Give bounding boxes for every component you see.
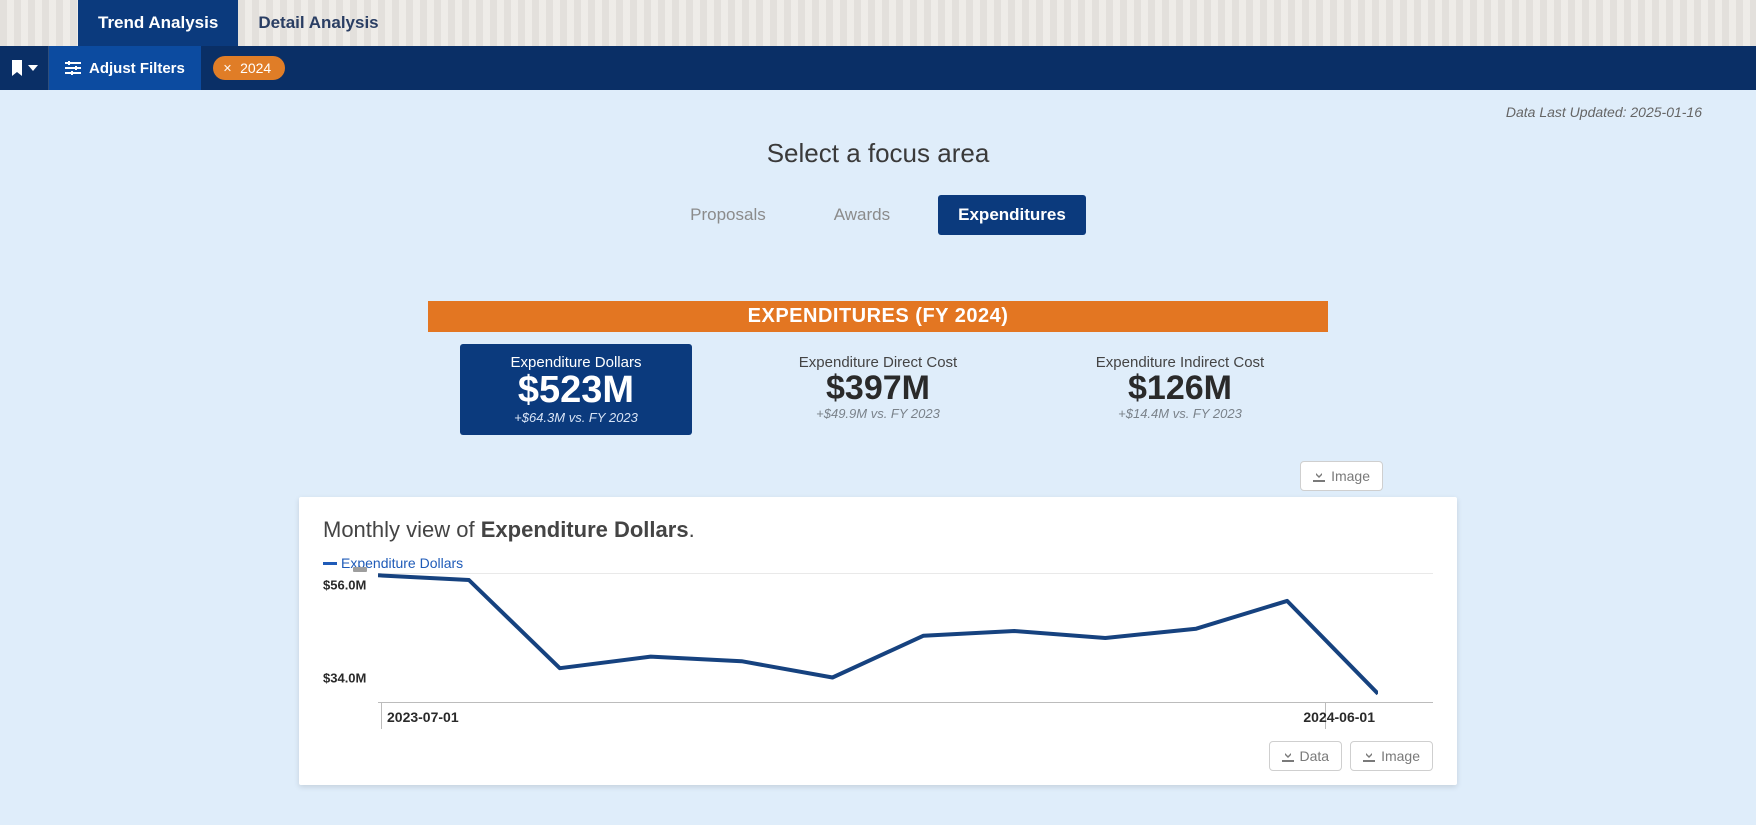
chart-title: Monthly view of Expenditure Dollars. bbox=[323, 517, 1433, 543]
x-tick-label: 2024-06-01 bbox=[1303, 709, 1375, 725]
adjust-filters-label: Adjust Filters bbox=[89, 60, 185, 77]
tab-detail-analysis[interactable]: Detail Analysis bbox=[238, 0, 398, 46]
kpi-delta: +$14.4M vs. FY 2023 bbox=[1080, 406, 1280, 421]
filter-chip-year[interactable]: ✕ 2024 bbox=[213, 56, 285, 80]
download-image-button-footer[interactable]: Image bbox=[1350, 741, 1433, 771]
button-label: Image bbox=[1381, 748, 1420, 764]
download-icon bbox=[1313, 470, 1325, 482]
chart-title-suffix: . bbox=[689, 517, 695, 542]
kpi-row: Expenditure Dollars $523M +$64.3M vs. FY… bbox=[54, 344, 1702, 435]
chart-title-metric: Expenditure Dollars bbox=[481, 517, 689, 542]
kpi-delta: +$49.9M vs. FY 2023 bbox=[778, 406, 978, 421]
kpi-expenditure-dollars[interactable]: Expenditure Dollars $523M +$64.3M vs. FY… bbox=[460, 344, 692, 435]
section-banner: EXPENDITURES (FY 2024) bbox=[428, 301, 1328, 332]
y-tick-label: $56.0M bbox=[323, 578, 366, 593]
chart-legend-item[interactable]: Expenditure Dollars bbox=[323, 555, 1433, 571]
focus-area-heading: Select a focus area bbox=[54, 138, 1702, 169]
download-data-button[interactable]: Data bbox=[1269, 741, 1343, 771]
x-axis-labels: 2023-07-01 2024-06-01 bbox=[323, 707, 1433, 729]
chart-line bbox=[378, 573, 1378, 703]
data-last-updated: Data Last Updated: 2025-01-16 bbox=[54, 104, 1702, 120]
y-tick-label: $34.0M bbox=[323, 671, 366, 686]
button-label: Data bbox=[1300, 748, 1330, 764]
bookmark-icon bbox=[10, 60, 24, 76]
kpi-expenditure-direct-cost[interactable]: Expenditure Direct Cost $397M +$49.9M vs… bbox=[762, 344, 994, 435]
close-icon: ✕ bbox=[223, 62, 232, 75]
download-icon bbox=[1282, 750, 1294, 762]
chart-title-prefix: Monthly view of bbox=[323, 517, 481, 542]
range-thumb-left[interactable] bbox=[353, 567, 367, 572]
x-tick bbox=[381, 703, 382, 729]
download-image-button[interactable]: Image bbox=[1300, 461, 1383, 491]
chevron-down-icon bbox=[28, 65, 38, 71]
kpi-value: $126M bbox=[1080, 369, 1280, 408]
focus-area-tabs: Proposals Awards Expenditures bbox=[54, 195, 1702, 235]
sliders-icon bbox=[65, 61, 81, 75]
focus-tab-expenditures[interactable]: Expenditures bbox=[938, 195, 1086, 235]
main-tabs: Trend Analysis Detail Analysis bbox=[0, 0, 1756, 46]
filter-bar: Adjust Filters ✕ 2024 bbox=[0, 46, 1756, 90]
x-tick-label: 2023-07-01 bbox=[387, 709, 459, 725]
kpi-delta: +$64.3M vs. FY 2023 bbox=[476, 410, 676, 425]
download-icon bbox=[1363, 750, 1375, 762]
kpi-expenditure-indirect-cost[interactable]: Expenditure Indirect Cost $126M +$14.4M … bbox=[1064, 344, 1296, 435]
tab-trend-analysis[interactable]: Trend Analysis bbox=[78, 0, 238, 46]
focus-tab-proposals[interactable]: Proposals bbox=[670, 195, 786, 235]
chart-plot-area[interactable]: $56.0M $34.0M bbox=[323, 573, 1433, 703]
chart-card: Monthly view of Expenditure Dollars. Exp… bbox=[299, 497, 1457, 785]
focus-tab-awards[interactable]: Awards bbox=[814, 195, 910, 235]
bookmark-menu-button[interactable] bbox=[0, 46, 49, 90]
adjust-filters-button[interactable]: Adjust Filters bbox=[49, 46, 201, 90]
filter-chip-label: 2024 bbox=[240, 60, 271, 76]
legend-swatch-icon bbox=[323, 562, 337, 565]
kpi-value: $523M bbox=[476, 369, 676, 412]
kpi-value: $397M bbox=[778, 369, 978, 408]
button-label: Image bbox=[1331, 468, 1370, 484]
